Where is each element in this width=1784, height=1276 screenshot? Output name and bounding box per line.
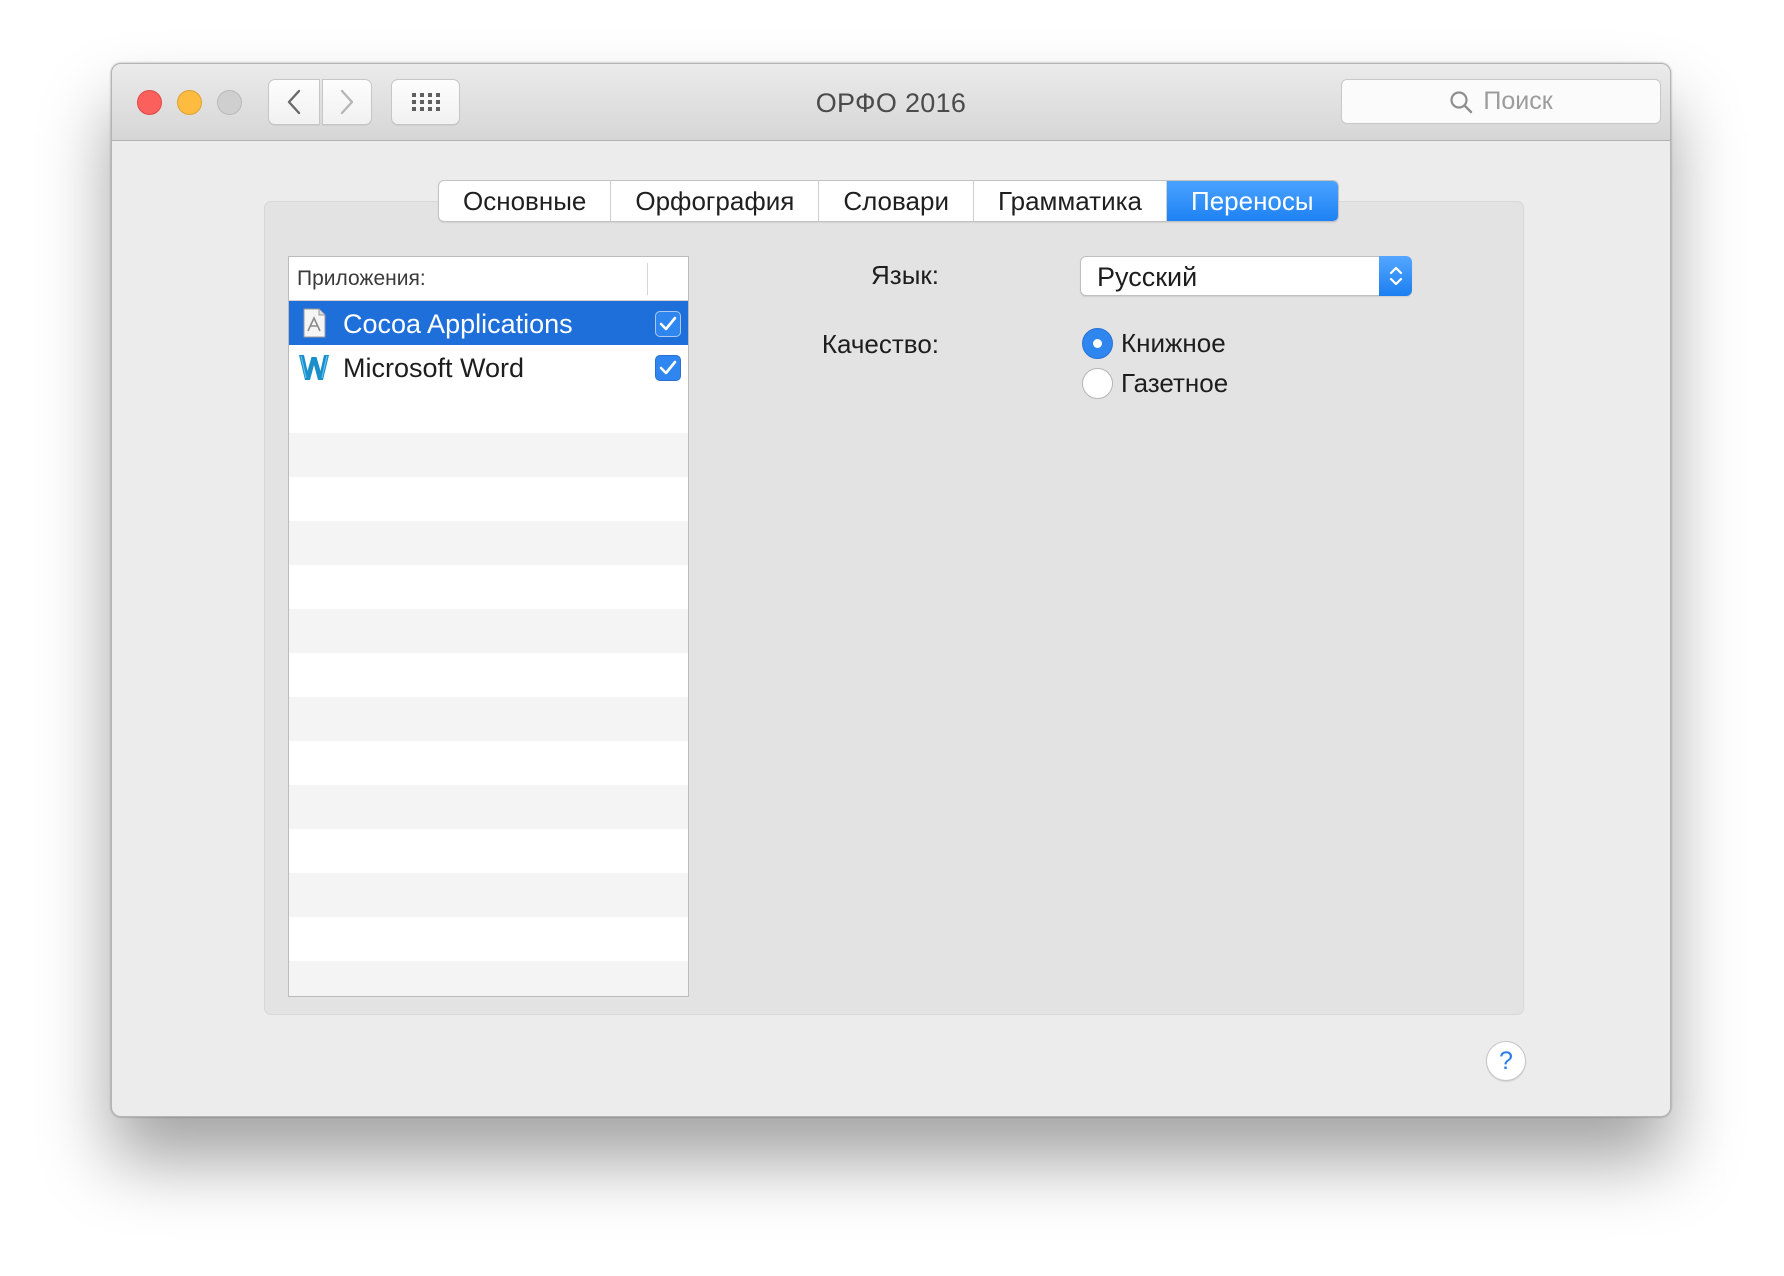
help-button[interactable]: ? — [1486, 1041, 1526, 1081]
empty-row — [289, 785, 688, 829]
column-divider — [647, 263, 648, 295]
applications-list-header: Приложения: — [289, 257, 688, 301]
radio-button-book[interactable] — [1082, 327, 1113, 359]
language-select[interactable]: Русский — [1080, 256, 1412, 296]
empty-row — [289, 829, 688, 873]
tab-dictionaries[interactable]: Словари — [819, 181, 974, 221]
tab-hyphenation[interactable]: Переносы — [1167, 181, 1338, 221]
empty-row — [289, 741, 688, 785]
app-name: Microsoft Word — [343, 353, 525, 383]
radio-label-newspaper: Газетное — [1121, 367, 1229, 398]
search-input[interactable]: Поиск — [1341, 79, 1661, 124]
quality-label: Качество: — [821, 329, 939, 359]
empty-row — [289, 609, 688, 653]
list-item-cocoa-applications[interactable]: Cocoa Applications — [289, 301, 688, 345]
empty-row — [289, 961, 688, 996]
app-enabled-checkbox[interactable] — [655, 311, 681, 337]
app-name: Cocoa Applications — [343, 309, 573, 339]
empty-row — [289, 653, 688, 697]
empty-row — [289, 697, 688, 741]
language-label: Язык: — [871, 260, 939, 290]
empty-row — [289, 873, 688, 917]
quality-option-book[interactable]: Книжное — [1082, 326, 1226, 360]
empty-row — [289, 917, 688, 961]
empty-row — [289, 477, 688, 521]
quality-option-newspaper[interactable]: Газетное — [1082, 366, 1228, 400]
preferences-window: ОРФО 2016 Поиск Основные Орфография Слов… — [111, 63, 1671, 1117]
empty-row — [289, 433, 688, 477]
checkmark-icon — [659, 316, 677, 331]
cocoa-app-icon — [303, 308, 326, 338]
applications-header-label: Приложения: — [297, 267, 426, 290]
word-icon — [299, 355, 329, 380]
checkmark-icon — [659, 360, 677, 375]
radio-label-book: Книжное — [1121, 327, 1226, 358]
tab-bar: Основные Орфография Словари Грамматика П… — [438, 180, 1339, 222]
list-item-microsoft-word[interactable]: Microsoft Word — [289, 345, 688, 389]
empty-row — [289, 389, 688, 433]
empty-row — [289, 565, 688, 609]
tab-general[interactable]: Основные — [439, 181, 612, 221]
applications-rows: Cocoa Applications Microsoft Word — [289, 301, 688, 996]
search-placeholder: Поиск — [1483, 87, 1553, 115]
empty-row — [289, 521, 688, 565]
app-enabled-checkbox[interactable] — [655, 355, 681, 381]
applications-list[interactable]: Приложения: Cocoa Applications Microsoft… — [288, 256, 689, 997]
tab-spelling[interactable]: Орфография — [611, 181, 820, 221]
title-bar: ОРФО 2016 Поиск — [112, 64, 1670, 141]
tab-grammar[interactable]: Грамматика — [974, 181, 1167, 221]
search-icon — [1450, 90, 1473, 113]
language-value: Русский — [1097, 262, 1198, 292]
radio-button-newspaper[interactable] — [1082, 367, 1113, 399]
popup-arrows-icon — [1379, 256, 1412, 296]
